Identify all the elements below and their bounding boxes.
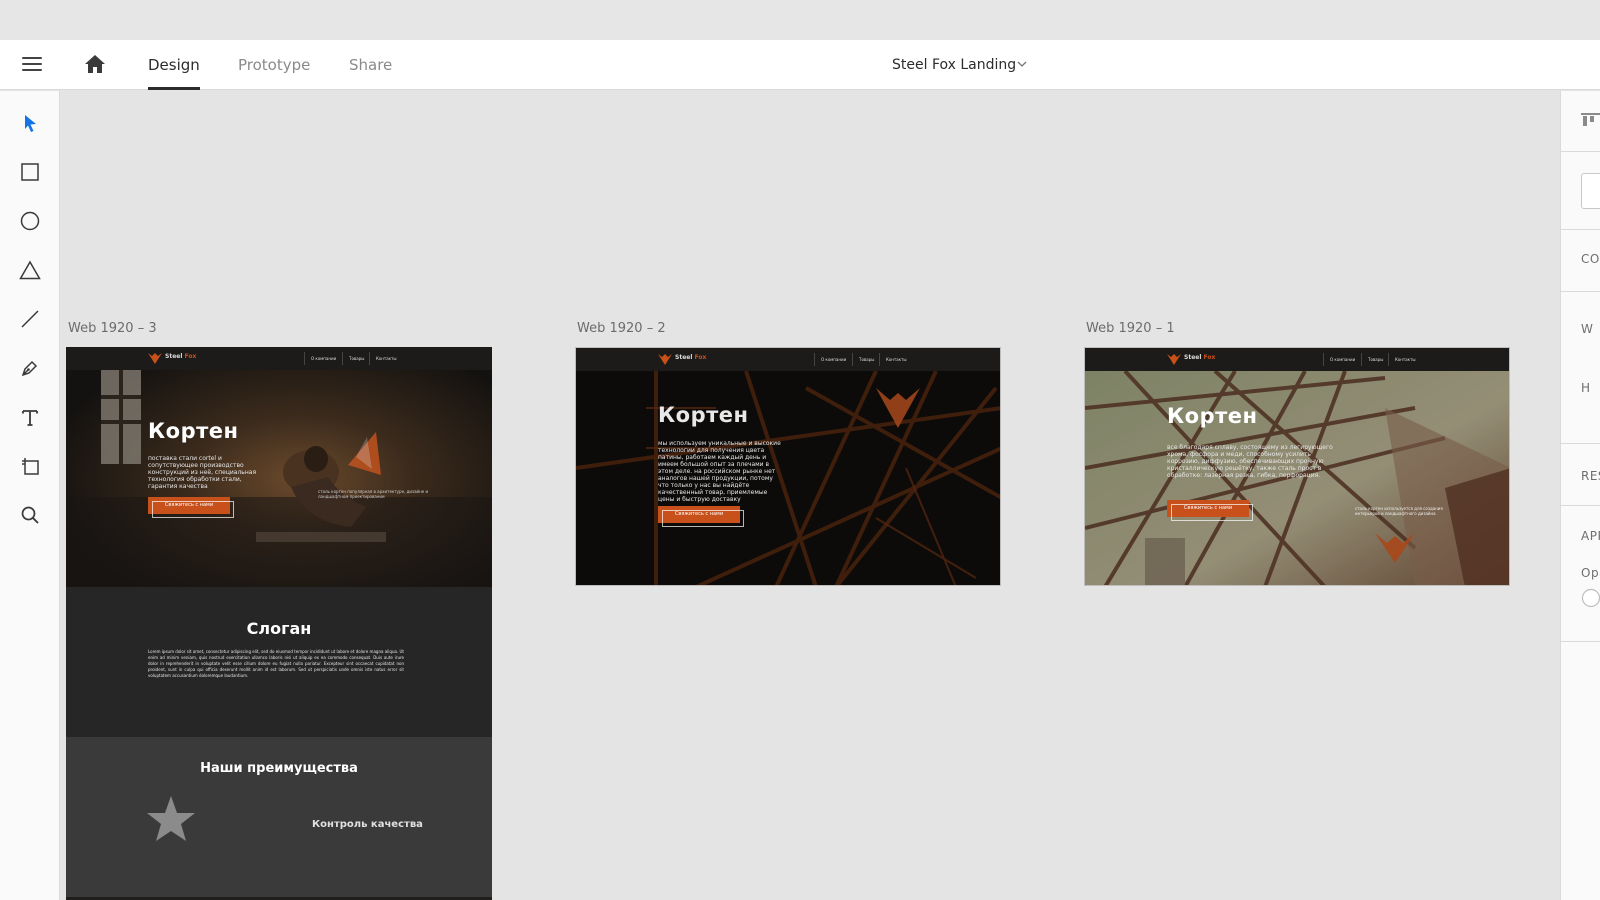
hero-text: поставка стали cortel и сопутствующее пр… bbox=[148, 455, 257, 490]
hero-workshop-image bbox=[66, 347, 492, 587]
advantages-section: Наши преимущества Контроль качества bbox=[66, 737, 492, 897]
zoom-icon[interactable] bbox=[18, 503, 42, 527]
opacity-label: Opa bbox=[1581, 566, 1600, 580]
site-nav-item: О компании bbox=[1323, 353, 1355, 366]
contact-button: Свяжитесь с нами bbox=[148, 497, 234, 518]
hero-title: Кортен bbox=[148, 419, 239, 443]
contact-button: Свяжитесь с нами bbox=[1167, 500, 1253, 521]
appearance-section-label: APP bbox=[1581, 529, 1600, 543]
slogan-title: Слоган bbox=[246, 619, 312, 638]
tab-share[interactable]: Share bbox=[349, 40, 392, 90]
width-label: W bbox=[1581, 322, 1594, 336]
site-nav-item: Контакты bbox=[1388, 353, 1416, 366]
home-icon[interactable] bbox=[83, 53, 107, 75]
ellipse-icon[interactable] bbox=[18, 209, 42, 233]
artboard-label[interactable]: Web 1920 – 3 bbox=[68, 321, 157, 336]
hero-title: Кортен bbox=[1167, 404, 1258, 428]
site-nav-item: Товары bbox=[1361, 353, 1383, 366]
height-label: H bbox=[1581, 381, 1591, 395]
pen-icon[interactable] bbox=[18, 356, 42, 380]
tools-panel bbox=[0, 91, 60, 900]
window-title-strip bbox=[0, 0, 1600, 40]
document-title[interactable]: Steel Fox Landing bbox=[892, 40, 1016, 90]
site-nav-item: Контакты bbox=[879, 353, 907, 366]
polygon-icon[interactable] bbox=[18, 258, 42, 282]
hero-steel-structure-image bbox=[576, 348, 1000, 585]
fox-logo-icon bbox=[148, 353, 162, 364]
component-preview[interactable] bbox=[1581, 173, 1600, 209]
hero-text: все благодаря сплаву, состоящему из леги… bbox=[1167, 444, 1333, 479]
artboard-label[interactable]: Web 1920 – 1 bbox=[1086, 321, 1175, 336]
site-nav-item: Товары bbox=[852, 353, 874, 366]
align-top-icon[interactable] bbox=[1581, 113, 1600, 129]
slogan-text: Lorem ipsum dolor sit amet, consectetur … bbox=[148, 649, 404, 678]
fox-logo-icon bbox=[658, 354, 672, 365]
artboard-label[interactable]: Web 1920 – 2 bbox=[577, 321, 666, 336]
contact-button: Свяжитесь с нами bbox=[658, 506, 744, 527]
responsive-section-label: RES bbox=[1581, 469, 1600, 483]
rectangle-icon[interactable] bbox=[18, 160, 42, 184]
opacity-dial[interactable] bbox=[1581, 588, 1600, 608]
site-nav-item: О компании bbox=[304, 352, 336, 365]
hero-aside-text: сталь кортен используется для создания и… bbox=[1355, 506, 1443, 516]
advantages-title: Наши преимущества bbox=[200, 761, 358, 776]
site-nav-item: Контакты bbox=[369, 352, 397, 365]
tab-prototype[interactable]: Prototype bbox=[238, 40, 310, 90]
artboard-web-1920-2[interactable]: Steel Fox О компании Товары Контакты Кор… bbox=[575, 347, 1001, 586]
site-nav-item: О компании bbox=[814, 353, 846, 366]
hero-aside-text: сталь кортен популярная в архитектуре, д… bbox=[318, 489, 429, 499]
site-header bbox=[576, 348, 1000, 371]
app-bar: Design Prototype Share Steel Fox Landing bbox=[0, 40, 1600, 90]
artboard-icon[interactable] bbox=[18, 454, 42, 478]
canvas[interactable]: Web 1920 – 3 Steel Fox О компании Товары… bbox=[61, 91, 1560, 900]
line-icon[interactable] bbox=[18, 307, 42, 331]
site-header bbox=[66, 347, 492, 370]
property-inspector: CO W H RES APP Opa bbox=[1560, 91, 1600, 900]
component-section-label: CO bbox=[1581, 252, 1600, 266]
tab-design[interactable]: Design bbox=[148, 40, 200, 90]
artboard-web-1920-3[interactable]: Steel Fox О компании Товары Контакты Кор… bbox=[66, 347, 492, 900]
site-logo-text: Steel Fox bbox=[675, 354, 707, 361]
hamburger-icon[interactable] bbox=[22, 56, 42, 72]
site-header bbox=[1085, 348, 1509, 371]
hero-title: Кортен bbox=[658, 403, 749, 427]
star-icon bbox=[147, 796, 195, 841]
site-nav-item: Товары bbox=[342, 352, 364, 365]
chevron-down-icon[interactable] bbox=[1017, 60, 1027, 68]
select-icon[interactable] bbox=[18, 111, 42, 135]
text-icon[interactable] bbox=[18, 405, 42, 429]
slogan-section: Слоган Lorem ipsum dolor sit amet, conse… bbox=[66, 587, 492, 737]
hero-text: мы используем уникальные и высокие техно… bbox=[658, 440, 781, 503]
site-logo-text: Steel Fox bbox=[1184, 354, 1216, 361]
artboard-web-1920-1[interactable]: Steel Fox О компании Товары Контакты Кор… bbox=[1084, 347, 1510, 586]
advantage-item-label: Контроль качества bbox=[312, 819, 423, 830]
site-logo-text: Steel Fox bbox=[165, 353, 197, 360]
fox-logo-icon bbox=[1167, 354, 1181, 365]
